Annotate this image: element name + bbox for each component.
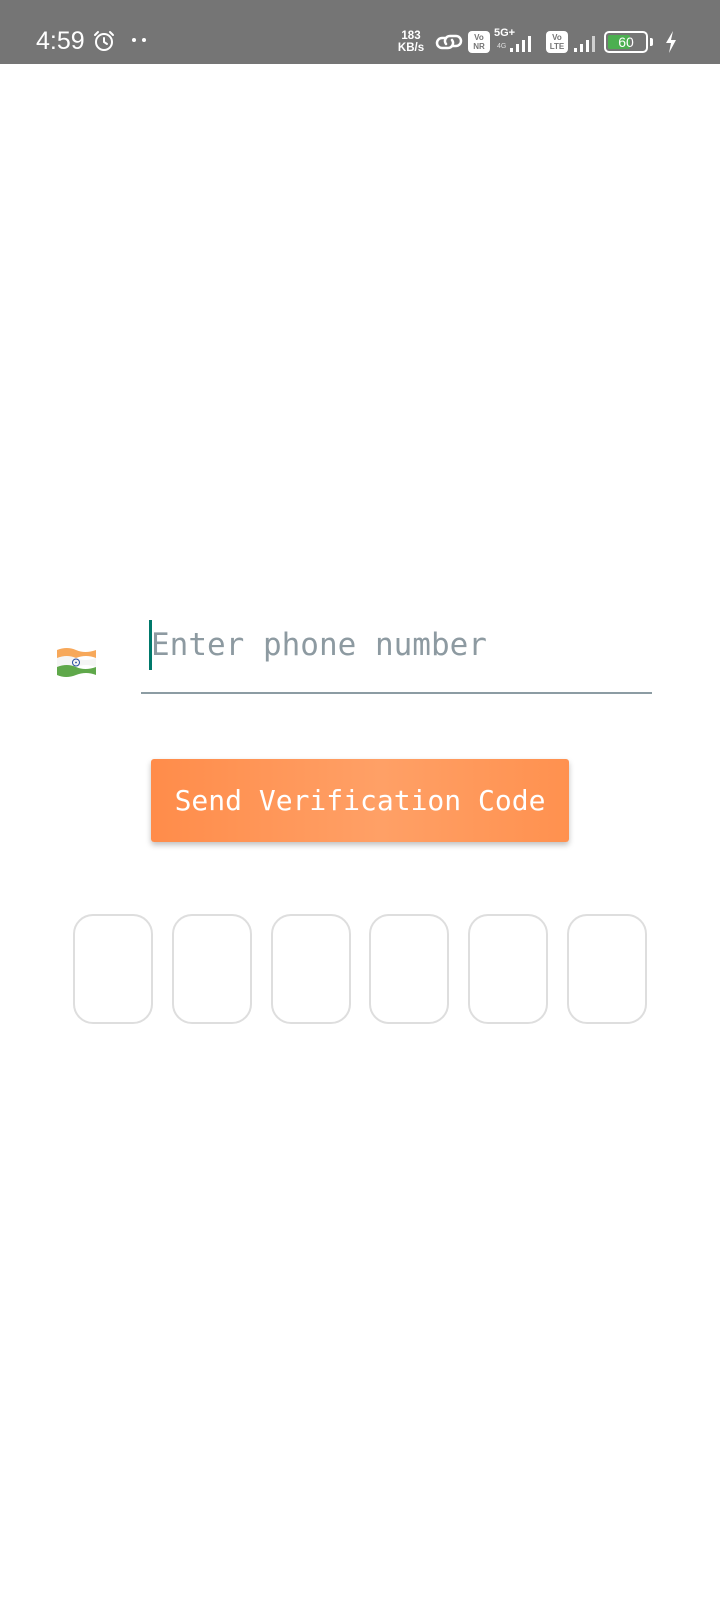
india-flag-icon[interactable] (55, 646, 98, 679)
signal-icon (574, 36, 595, 52)
link-icon (435, 34, 463, 50)
alarm-icon (94, 31, 114, 51)
sim1-badge-top: Vo (474, 33, 484, 42)
network-speed-value: 183 (401, 30, 421, 42)
phone-number-field[interactable] (141, 612, 652, 694)
sim1-network-sub: 4G (497, 43, 507, 50)
battery-level: 60 (618, 34, 634, 50)
otp-input-row (73, 914, 647, 1024)
otp-digit-6[interactable] (567, 914, 647, 1024)
send-verification-code-button[interactable]: Send Verification Code (151, 759, 569, 842)
battery-nub (650, 38, 653, 46)
more-dots-icon (132, 38, 146, 42)
otp-digit-1[interactable] (73, 914, 153, 1024)
otp-digit-4[interactable] (369, 914, 449, 1024)
network-speed: 183 KB/s (393, 30, 429, 54)
signal-icon (510, 36, 531, 52)
charging-bolt-icon (666, 31, 676, 53)
phone-number-input[interactable] (141, 612, 652, 692)
status-bar: 4:59 183 KB/s Vo NR 5G+ 4G Vo LTE 60 (0, 0, 720, 64)
volte-nr-badge: Vo NR (468, 31, 490, 53)
otp-digit-5[interactable] (468, 914, 548, 1024)
sim2-badge-top: Vo (552, 33, 562, 42)
text-cursor (149, 620, 152, 670)
otp-digit-2[interactable] (172, 914, 252, 1024)
otp-digit-3[interactable] (271, 914, 351, 1024)
battery-icon: 60 (604, 31, 648, 53)
volte-lte-badge: Vo LTE (546, 31, 568, 53)
status-time: 4:59 (36, 27, 85, 55)
sim2-badge-bottom: LTE (549, 42, 565, 51)
network-speed-unit: KB/s (397, 42, 425, 54)
sim1-badge-bottom: NR (473, 42, 485, 51)
